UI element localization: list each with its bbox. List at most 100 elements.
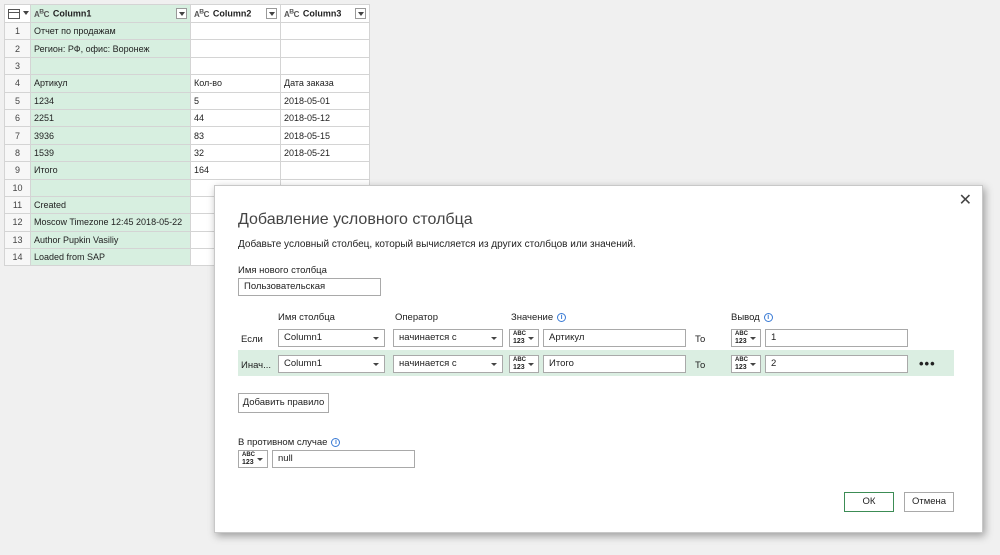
table-cell: Отчет по продажам [30, 21, 191, 41]
row-number[interactable]: 5 [4, 91, 31, 110]
row-number[interactable]: 2 [4, 39, 31, 58]
table-cell [280, 39, 370, 58]
abc-type-icon: ABC [284, 8, 299, 19]
table-cell: Moscow Timezone 12:45 2018-05-22 [30, 213, 191, 232]
chevron-down-icon [750, 363, 756, 366]
row-number[interactable]: 4 [4, 74, 31, 93]
table-cell [190, 56, 281, 76]
filter-dropdown-icon[interactable] [355, 8, 366, 19]
add-conditional-column-dialog: ✕ Добавление условного столбца Добавьте … [214, 185, 983, 533]
row-number[interactable]: 12 [4, 213, 31, 232]
table-cell: 3936 [30, 126, 191, 145]
table-row: 1 Отчет по продажам [4, 21, 370, 41]
column-name-header: Имя столбца [278, 312, 335, 323]
row-number[interactable]: 11 [4, 195, 31, 215]
table-cell: 32 [190, 143, 281, 163]
table-cell: 164 [190, 161, 281, 180]
rule-prefix: Если [241, 334, 263, 345]
chevron-down-icon [491, 337, 497, 340]
grid-corner-button[interactable] [4, 4, 31, 23]
then-label: То [695, 334, 706, 345]
operator-select[interactable]: начинается с [393, 355, 503, 373]
row-number[interactable]: 1 [4, 21, 31, 41]
new-column-label: Имя нового столбца [238, 265, 327, 276]
table-cell [190, 21, 281, 41]
table-cell: Author Pupkin Vasiliy [30, 230, 191, 250]
value-input[interactable]: Артикул [543, 329, 686, 347]
value-type-button[interactable]: ABC 123 [509, 329, 539, 347]
output-input[interactable]: 2 [765, 355, 908, 373]
info-icon[interactable]: i [557, 312, 567, 322]
table-cell: 83 [190, 126, 281, 145]
row-number[interactable]: 14 [4, 248, 31, 267]
abc-type-icon: ABC [194, 8, 209, 19]
column-select[interactable]: Column1 [278, 355, 385, 373]
table-row: 6 2251 44 2018-05-12 [4, 108, 370, 128]
else-value-input[interactable]: null [272, 450, 415, 468]
table-row: 5 1234 5 2018-05-01 [4, 91, 370, 110]
table-cell [280, 21, 370, 41]
new-column-name-input[interactable]: Пользовательская [238, 278, 381, 296]
column-header-1[interactable]: ABC Column1 [30, 4, 191, 23]
output-input[interactable]: 1 [765, 329, 908, 347]
table-cell: 5 [190, 91, 281, 110]
column-header-2[interactable]: ABC Column2 [190, 4, 281, 23]
operator-header: Оператор [395, 312, 438, 323]
value-header: Значение i [511, 312, 567, 323]
row-number[interactable]: 8 [4, 143, 31, 163]
dialog-title: Добавление условного столбца [238, 211, 473, 228]
table-cell: Регион: РФ, офис: Воронеж [30, 39, 191, 58]
table-row: 3 [4, 56, 370, 76]
table-row: 9 Итого 164 [4, 161, 370, 180]
output-header: Вывод i [731, 312, 773, 323]
chevron-down-icon [491, 363, 497, 366]
more-options-icon[interactable]: ••• [919, 356, 936, 371]
value-type-button[interactable]: ABC 123 [509, 355, 539, 373]
ok-button[interactable]: ОК [844, 492, 894, 512]
column-select[interactable]: Column1 [278, 329, 385, 347]
column-header-3[interactable]: ABC Column3 [280, 4, 370, 23]
filter-dropdown-icon[interactable] [176, 8, 187, 19]
table-cell [190, 39, 281, 58]
close-icon[interactable]: ✕ [959, 190, 972, 210]
row-number[interactable]: 6 [4, 108, 31, 128]
chevron-down-icon [750, 337, 756, 340]
table-cell: 2018-05-12 [280, 108, 370, 128]
chevron-down-icon [373, 337, 379, 340]
value-input[interactable]: Итого [543, 355, 686, 373]
table-cell [30, 56, 191, 76]
add-rule-button[interactable]: Добавить правило [238, 393, 329, 413]
row-number[interactable]: 3 [4, 56, 31, 76]
cancel-button[interactable]: Отмена [904, 492, 954, 512]
table-cell: 1234 [30, 91, 191, 110]
dialog-description: Добавьте условный столбец, который вычис… [238, 239, 636, 250]
row-number[interactable]: 10 [4, 178, 31, 197]
table-cell: 1539 [30, 143, 191, 163]
output-type-button[interactable]: ABC 123 [731, 355, 761, 373]
then-label: То [695, 360, 706, 371]
chevron-down-icon [528, 363, 534, 366]
table-cell [30, 178, 191, 197]
output-type-button[interactable]: ABC 123 [731, 329, 761, 347]
filter-dropdown-icon[interactable] [266, 8, 277, 19]
table-row: 7 3936 83 2018-05-15 [4, 126, 370, 145]
info-icon[interactable]: i [331, 437, 341, 447]
abc-type-icon: ABC [34, 8, 49, 19]
table-icon [8, 8, 20, 19]
row-number[interactable]: 7 [4, 126, 31, 145]
table-cell [280, 161, 370, 180]
chevron-down-icon [373, 363, 379, 366]
else-type-button[interactable]: ABC 123 [238, 450, 268, 468]
row-number[interactable]: 9 [4, 161, 31, 180]
table-row: 8 1539 32 2018-05-21 [4, 143, 370, 163]
chevron-down-icon [21, 8, 29, 19]
table-cell: 2018-05-01 [280, 91, 370, 110]
table-cell: Кол-во [190, 74, 281, 93]
table-row: 2 Регион: РФ, офис: Воронеж [4, 39, 370, 58]
table-cell: Итого [30, 161, 191, 180]
table-cell: 44 [190, 108, 281, 128]
info-icon[interactable]: i [763, 312, 773, 322]
row-number[interactable]: 13 [4, 230, 31, 250]
operator-select[interactable]: начинается с [393, 329, 503, 347]
rule-prefix: Инач... [241, 360, 272, 371]
